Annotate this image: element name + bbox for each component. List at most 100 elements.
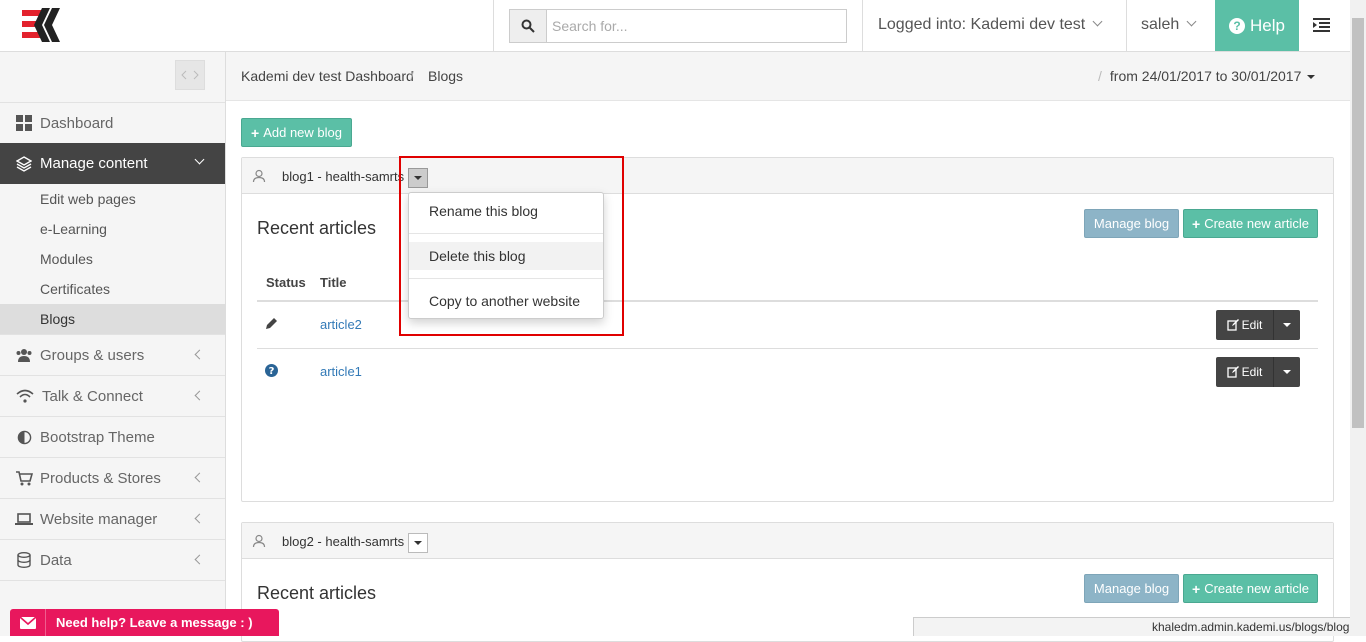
row-divider	[257, 348, 1318, 349]
subitem-label: Certificates	[40, 281, 111, 297]
question-icon: ?	[265, 364, 278, 377]
recent-articles-heading: Recent articles	[257, 218, 377, 238]
vertical-scrollbar[interactable]	[1350, 0, 1366, 636]
breadcrumb-separator: /	[410, 68, 414, 84]
sidebar-item-groups-users[interactable]: Groups & users	[0, 334, 225, 375]
subitem-label: Modules	[40, 251, 93, 267]
sidebar-subitem-certificates[interactable]: Certificates	[0, 274, 225, 304]
article-link[interactable]: article1	[320, 364, 362, 379]
divider	[493, 0, 494, 51]
svg-text:?: ?	[269, 366, 275, 377]
divider	[1126, 0, 1127, 51]
search-group	[509, 9, 847, 43]
users-icon	[15, 346, 33, 364]
edit-dropdown-toggle[interactable]	[1273, 310, 1300, 340]
column-header-status[interactable]: Status	[266, 275, 306, 290]
chevron-down-icon	[1092, 16, 1103, 27]
status-url: khaledm.admin.kademi.us/blogs/blog1/	[1152, 620, 1350, 634]
help-button[interactable]: ? Help	[1215, 0, 1299, 51]
manage-blog-button[interactable]: Manage blog	[1084, 574, 1179, 603]
breadcrumb-dashboard-link[interactable]: Kademi dev test Dashboard	[241, 68, 414, 84]
sidebar-subitem-blogs[interactable]: Blogs	[0, 304, 225, 334]
sidebar-item-label: Talk & Connect	[42, 387, 143, 405]
chevron-left-icon	[194, 472, 205, 483]
sidebar-item-label: Data	[40, 551, 72, 569]
sidebar-subitem-modules[interactable]: Modules	[0, 244, 225, 274]
chevron-left-icon	[194, 554, 205, 565]
blog-title: blog2 - health-samrts	[282, 534, 405, 549]
top-bar: Logged into: Kademi dev test saleh ?Help	[0, 0, 1350, 52]
recent-articles-heading: Recent articles	[257, 583, 377, 603]
leave-message-widget[interactable]: Need help? Leave a message : )	[10, 609, 279, 636]
sidebar-item-label: Website manager	[40, 510, 158, 528]
envelope-icon	[10, 609, 46, 636]
edit-button[interactable]: Edit	[1216, 310, 1273, 340]
status-url-bar: khaledm.admin.kademi.us/blogs/blog1/	[913, 617, 1350, 636]
blog-panel-header: blog2 - health-samrts	[242, 523, 1333, 559]
sidebar-item-website-manager[interactable]: Website manager	[0, 498, 225, 539]
menu-toggle-icon[interactable]	[1313, 17, 1333, 33]
caret-down-icon	[1283, 323, 1291, 327]
manage-blog-label: Manage blog	[1093, 581, 1170, 596]
user-icon	[252, 169, 266, 183]
sidebar-collapse-button[interactable]	[175, 60, 205, 90]
sidebar-item-label: Manage content	[40, 155, 148, 172]
breadcrumb-current: Blogs	[428, 68, 464, 84]
add-blog-label: Add new blog	[263, 125, 342, 140]
create-article-label: Create new article	[1204, 581, 1309, 596]
divider	[862, 0, 863, 51]
search-input[interactable]	[547, 10, 846, 42]
sidebar-item-label: Dashboard	[40, 114, 114, 132]
chevron-left-icon	[194, 513, 205, 524]
user-icon	[252, 534, 266, 548]
date-range-dropdown[interactable]: / from 24/01/2017 to 30/01/2017	[1098, 68, 1316, 84]
layers-icon	[15, 155, 33, 173]
chevron-left-icon	[194, 349, 205, 360]
edit-icon	[1227, 366, 1239, 378]
laptop-icon	[15, 510, 33, 528]
sidebar-item-products-stores[interactable]: Products & Stores	[0, 457, 225, 498]
sidebar-subitem-elearning[interactable]: e-Learning	[0, 214, 225, 244]
user-dropdown[interactable]: saleh	[1141, 16, 1197, 34]
annotation-highlight-box	[399, 156, 624, 336]
database-icon	[15, 551, 33, 569]
add-new-blog-button[interactable]: + Add new blog	[241, 118, 352, 147]
leave-message-label: Need help? Leave a message : )	[56, 615, 253, 630]
sidebar-item-data[interactable]: Data	[0, 539, 225, 580]
manage-blog-label: Manage blog	[1093, 216, 1170, 231]
sidebar-item-dashboard[interactable]: Dashboard	[0, 102, 225, 143]
sidebar-subitem-edit-web-pages[interactable]: Edit web pages	[0, 184, 225, 214]
pencil-icon	[266, 318, 277, 329]
create-article-label: Create new article	[1204, 216, 1309, 231]
chevron-down-icon	[1186, 16, 1197, 27]
dashboard-icon	[15, 114, 33, 132]
user-name: saleh	[1141, 16, 1180, 33]
cart-icon	[15, 469, 33, 487]
search-button[interactable]	[510, 10, 547, 42]
caret-down-icon	[1307, 75, 1316, 79]
article-link[interactable]: article2	[320, 317, 362, 332]
sidebar-item-manage-content[interactable]: Manage content	[0, 143, 225, 184]
edit-button[interactable]: Edit	[1216, 357, 1273, 387]
subitem-label: Blogs	[40, 311, 76, 327]
plus-icon: +	[1192, 580, 1201, 597]
create-new-article-button[interactable]: + Create new article	[1183, 209, 1318, 238]
plus-icon: +	[251, 124, 260, 141]
logged-into-dropdown[interactable]: Logged into: Kademi dev test	[878, 16, 1103, 34]
create-new-article-button[interactable]: + Create new article	[1183, 574, 1318, 603]
column-header-title[interactable]: Title	[320, 275, 347, 290]
edit-button-group: Edit	[1216, 357, 1300, 387]
sidebar-item-talk-connect[interactable]: Talk & Connect	[0, 375, 225, 416]
blog-options-dropdown-toggle[interactable]	[408, 533, 428, 553]
sidebar-item-bootstrap-theme[interactable]: Bootstrap Theme	[0, 416, 225, 457]
edit-dropdown-toggle[interactable]	[1273, 357, 1300, 387]
scrollbar-thumb[interactable]	[1352, 18, 1364, 428]
logged-into-label: Logged into: Kademi dev test	[878, 16, 1086, 33]
collapse-arrows-icon	[181, 70, 199, 80]
edit-button-group: Edit	[1216, 310, 1300, 340]
manage-blog-button[interactable]: Manage blog	[1084, 209, 1179, 238]
sidebar-item-label: Groups & users	[40, 346, 145, 364]
search-icon	[521, 19, 535, 33]
subitem-label: Edit web pages	[40, 191, 136, 207]
kademi-logo[interactable]	[22, 8, 62, 42]
